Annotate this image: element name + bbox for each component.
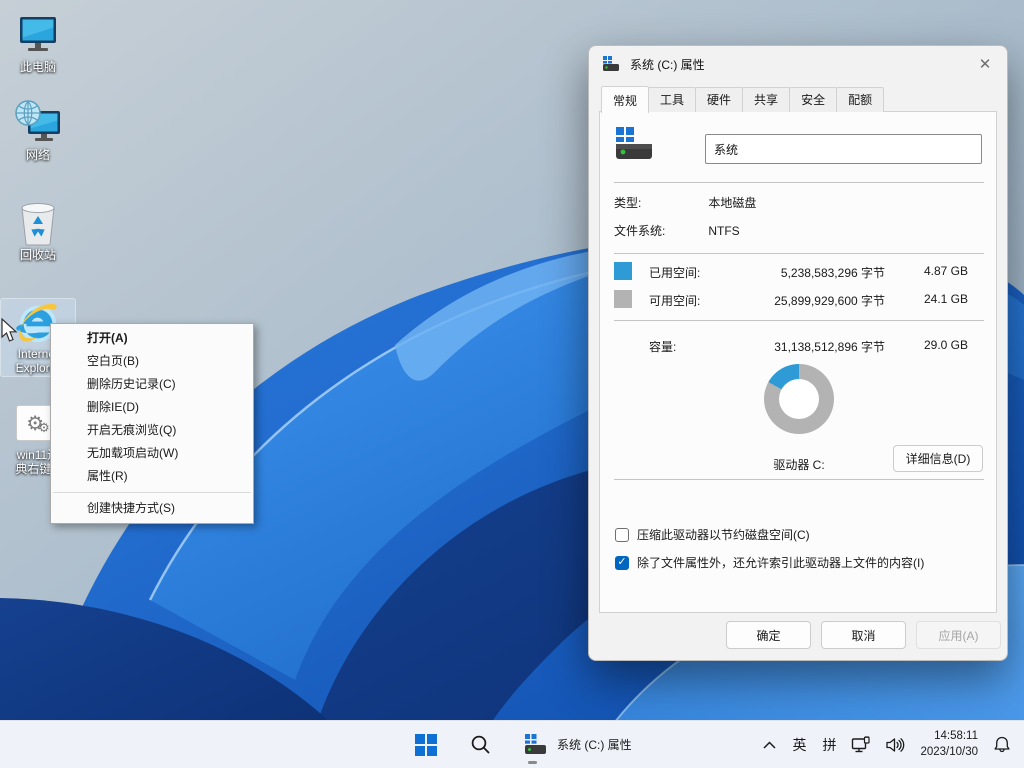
desktop-icon-recycle-bin[interactable]: 回收站 — [0, 200, 76, 263]
divider — [614, 479, 984, 480]
this-pc-icon — [14, 12, 62, 58]
network-icon — [14, 100, 62, 146]
tab-quota[interactable]: 配额 — [836, 87, 884, 112]
used-space-swatch — [614, 262, 632, 280]
menu-item-delete-ie[interactable]: 删除IE(D) — [51, 396, 253, 419]
ok-button[interactable]: 确定 — [726, 621, 811, 649]
windows-logo-icon — [415, 734, 437, 756]
menu-item-delete-history[interactable]: 删除历史记录(C) — [51, 373, 253, 396]
menu-item-blank-page[interactable]: 空白页(B) — [51, 350, 253, 373]
search-button[interactable] — [460, 725, 500, 765]
compress-drive-option[interactable]: 压缩此驱动器以节约磁盘空间(C) — [615, 526, 810, 543]
index-contents-option[interactable]: ✓ 除了文件属性外，还允许索引此驱动器上文件的内容(I) — [615, 554, 924, 571]
search-icon — [470, 734, 491, 755]
chevron-up-icon — [763, 741, 776, 749]
drive-icon — [524, 734, 548, 756]
dialog-title: 系统 (C:) 属性 — [630, 56, 705, 73]
capacity-size: 29.0 GB — [898, 338, 968, 352]
dialog-footer: 确定 取消 应用(A) — [589, 611, 1007, 660]
dialog-tabs: 常规 工具 硬件 共享 安全 配额 — [601, 91, 883, 112]
drive-caption: 驱动器 C: — [719, 456, 879, 473]
drive-icon-large — [614, 126, 656, 164]
menu-item-create-shortcut[interactable]: 创建快捷方式(S) — [51, 497, 253, 520]
taskbar: 系统 (C:) 属性 英 拼 — [0, 720, 1024, 768]
disk-usage-donut — [764, 364, 834, 434]
ie-context-menu: 打开(A) 空白页(B) 删除历史记录(C) 删除IE(D) 开启无痕浏览(Q)… — [50, 323, 254, 524]
mouse-cursor — [1, 318, 20, 344]
filesystem-value: NTFS — [708, 224, 739, 238]
notifications-button[interactable] — [988, 725, 1016, 765]
tab-page-general: 类型: 本地磁盘 文件系统: NTFS 已用空间: 5,238,583,296 … — [599, 111, 997, 613]
checkbox-checked[interactable]: ✓ — [615, 556, 629, 570]
volume-tray-button[interactable] — [880, 725, 910, 765]
used-space-bytes: 5,238,583,296 字节 — [735, 264, 885, 281]
checkbox-unchecked[interactable] — [615, 528, 629, 542]
capacity-bytes: 31,138,512,896 字节 — [735, 338, 885, 355]
tab-general[interactable]: 常规 — [601, 86, 649, 113]
tab-security[interactable]: 安全 — [789, 87, 837, 112]
tab-hardware[interactable]: 硬件 — [695, 87, 743, 112]
drive-icon — [602, 56, 621, 73]
tab-tools[interactable]: 工具 — [648, 87, 696, 112]
drive-properties-dialog: 系统 (C:) 属性 ✕ 常规 工具 硬件 共享 安全 配额 类型: 本地磁盘 — [588, 45, 1008, 661]
type-row: 类型: 本地磁盘 — [614, 194, 756, 211]
dialog-titlebar[interactable]: 系统 (C:) 属性 ✕ — [589, 46, 1007, 82]
filesystem-label: 文件系统: — [614, 222, 705, 239]
divider — [614, 320, 984, 321]
free-space-size: 24.1 GB — [898, 292, 968, 306]
free-space-label: 可用空间: — [649, 292, 700, 309]
ime-mode-indicator[interactable]: 拼 — [816, 725, 842, 765]
used-space-label: 已用空间: — [649, 264, 700, 281]
menu-item-properties[interactable]: 属性(R) — [51, 465, 253, 488]
compress-drive-label: 压缩此驱动器以节约磁盘空间(C) — [637, 526, 810, 543]
desktop-icon-label: 回收站 — [0, 249, 76, 263]
desktop-icon-label: 网络 — [0, 149, 76, 163]
menu-item-open[interactable]: 打开(A) — [51, 327, 253, 350]
free-space-bytes: 25,899,929,600 字节 — [735, 292, 885, 309]
desktop-icon-network[interactable]: 网络 — [0, 100, 76, 163]
clock-date: 2023/10/30 — [920, 745, 978, 761]
free-space-swatch — [614, 290, 632, 308]
menu-separator — [53, 492, 251, 493]
tab-sharing[interactable]: 共享 — [742, 87, 790, 112]
used-space-size: 4.87 GB — [898, 264, 968, 278]
desktop-icon-label: 此电脑 — [0, 61, 76, 75]
ethernet-icon — [851, 736, 871, 754]
menu-item-inprivate[interactable]: 开启无痕浏览(Q) — [51, 419, 253, 442]
taskbar-app-drive-properties[interactable]: 系统 (C:) 属性 — [514, 725, 642, 765]
divider — [614, 182, 984, 183]
speaker-icon — [885, 737, 905, 753]
details-button[interactable]: 详细信息(D) — [893, 445, 983, 472]
taskbar-app-label: 系统 (C:) 属性 — [557, 736, 632, 753]
recycle-bin-icon — [14, 200, 62, 246]
volume-label-input[interactable] — [705, 134, 982, 164]
cancel-button[interactable]: 取消 — [821, 621, 906, 649]
divider — [614, 253, 984, 254]
apply-button[interactable]: 应用(A) — [916, 621, 1001, 649]
taskbar-clock[interactable]: 14:58:11 2023/10/30 — [914, 729, 984, 760]
close-icon[interactable]: ✕ — [969, 49, 1001, 79]
type-value: 本地磁盘 — [708, 196, 756, 210]
menu-item-no-addons[interactable]: 无加载项启动(W) — [51, 442, 253, 465]
network-tray-button[interactable] — [846, 725, 876, 765]
type-label: 类型: — [614, 194, 705, 211]
ime-language-indicator[interactable]: 英 — [786, 725, 812, 765]
running-indicator — [528, 761, 537, 764]
desktop-icon-this-pc[interactable]: 此电脑 — [0, 12, 76, 75]
hidden-icons-chevron[interactable] — [756, 725, 782, 765]
filesystem-row: 文件系统: NTFS — [614, 222, 740, 239]
start-button[interactable] — [406, 725, 446, 765]
bell-icon — [993, 735, 1011, 754]
clock-time: 14:58:11 — [920, 729, 978, 745]
index-contents-label: 除了文件属性外，还允许索引此驱动器上文件的内容(I) — [637, 554, 924, 571]
capacity-label: 容量: — [649, 338, 676, 355]
